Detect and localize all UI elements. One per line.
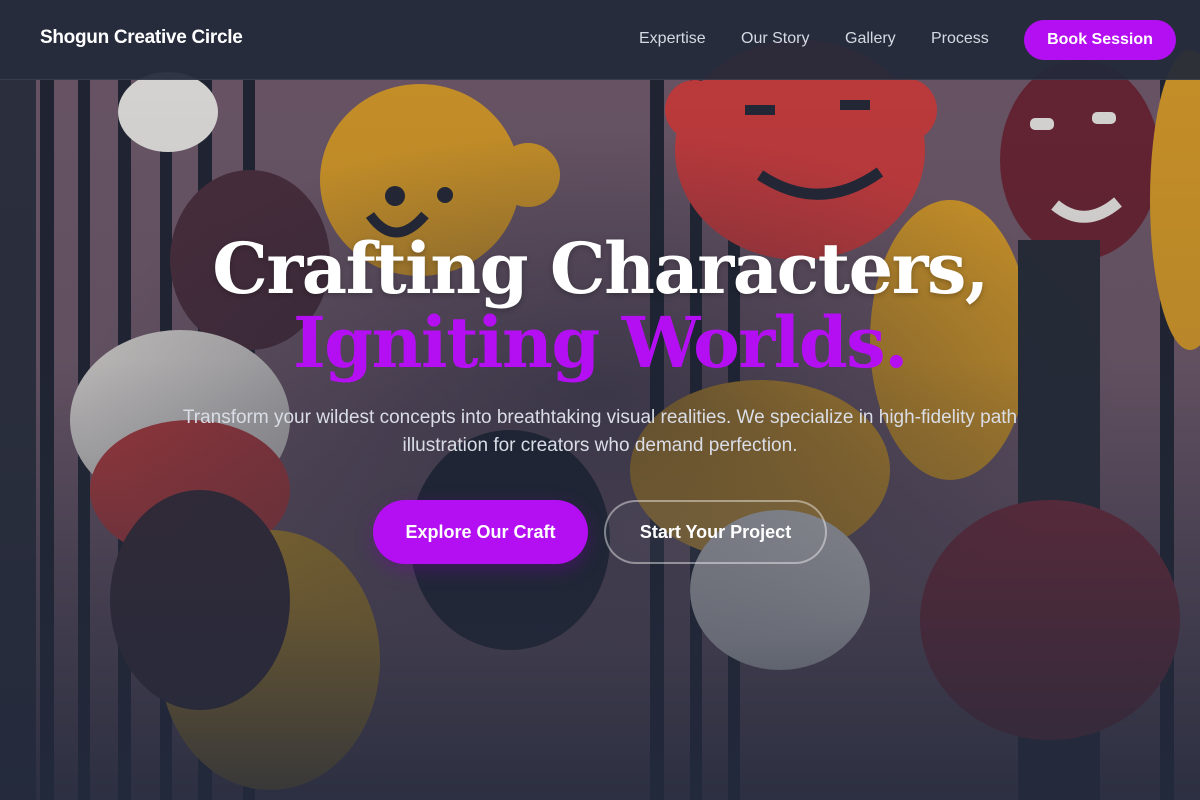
- nav-link-our-story[interactable]: Our Story: [741, 30, 809, 48]
- landing-page: Shogun Creative Circle Expertise Our Sto…: [0, 0, 1200, 800]
- hero-title: Crafting Characters, Igniting Worlds.: [0, 232, 1200, 380]
- nav-link-gallery[interactable]: Gallery: [845, 30, 896, 48]
- start-your-project-button[interactable]: Start Your Project: [604, 500, 827, 564]
- hero-title-line-1: Crafting Characters,: [212, 227, 989, 310]
- nav-link-expertise[interactable]: Expertise: [639, 30, 706, 48]
- brand-logo[interactable]: Shogun Creative Circle: [40, 27, 243, 49]
- nav-link-process[interactable]: Process: [931, 30, 989, 48]
- book-session-button[interactable]: Book Session: [1024, 20, 1176, 60]
- navbar: Shogun Creative Circle Expertise Our Sto…: [0, 0, 1200, 80]
- hero-title-line-2: Igniting Worlds.: [292, 301, 909, 384]
- background-overlay: [0, 0, 1200, 800]
- hero-subtitle: Transform your wildest concepts into bre…: [182, 407, 1018, 456]
- explore-our-craft-button[interactable]: Explore Our Craft: [373, 500, 588, 564]
